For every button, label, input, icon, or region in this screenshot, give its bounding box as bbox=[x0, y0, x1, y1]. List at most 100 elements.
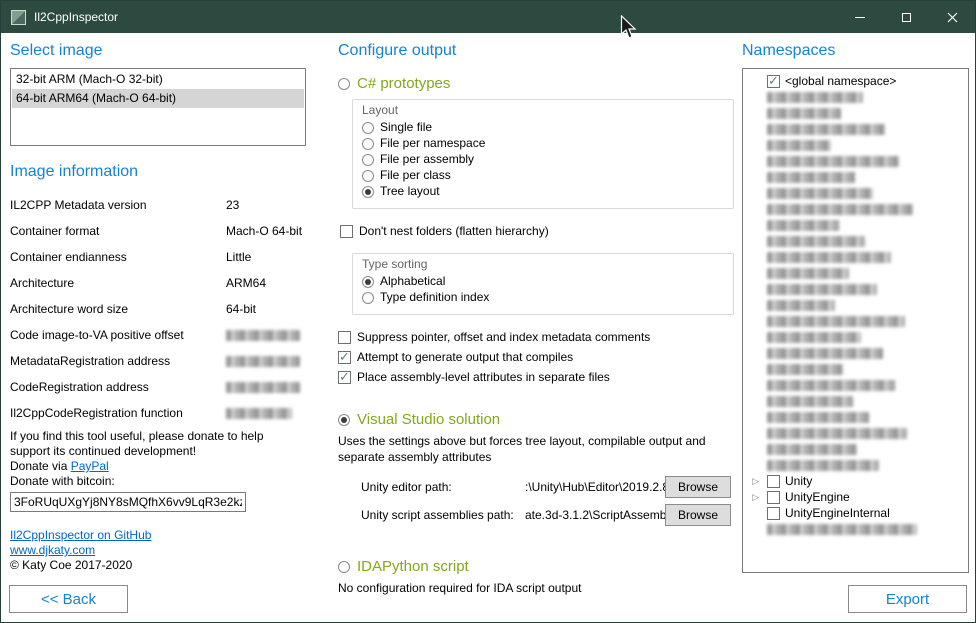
namespace-row-redacted bbox=[749, 361, 966, 377]
info-value: Mach-O 64-bit bbox=[226, 224, 306, 238]
layout-option[interactable]: File per class bbox=[362, 168, 723, 183]
namespace-row-redacted bbox=[749, 441, 966, 457]
namespace-row[interactable]: ▷UnityEngine bbox=[749, 489, 966, 505]
website-link[interactable]: www.djkaty.com bbox=[10, 543, 95, 557]
app-icon bbox=[11, 10, 26, 25]
minimize-button[interactable] bbox=[837, 1, 883, 33]
donate-bitcoin-label: Donate with bitcoin: bbox=[10, 474, 306, 489]
namespace-row-redacted bbox=[749, 345, 966, 361]
maximize-button[interactable] bbox=[883, 1, 929, 33]
back-button[interactable]: << Back bbox=[9, 585, 128, 613]
layout-option[interactable]: Tree layout bbox=[362, 184, 723, 199]
redacted-namespace bbox=[767, 268, 849, 279]
namespaces-panel: Namespaces <global namespace>▷Unity▷Unit… bbox=[742, 41, 969, 573]
namespace-row-redacted bbox=[749, 249, 966, 265]
type-sorting-option[interactable]: Alphabetical bbox=[362, 274, 723, 289]
info-label: MetadataRegistration address bbox=[10, 354, 226, 368]
export-button[interactable]: Export bbox=[848, 585, 967, 613]
namespace-row-redacted bbox=[749, 105, 966, 121]
info-label: Architecture word size bbox=[10, 302, 226, 316]
expander-icon[interactable]: ▷ bbox=[749, 489, 762, 505]
layout-option[interactable]: Single file bbox=[362, 120, 723, 135]
redacted-namespace bbox=[767, 396, 853, 407]
paypal-link[interactable]: PayPal bbox=[71, 459, 109, 473]
unity-script-browse-button[interactable]: Browse bbox=[665, 504, 731, 526]
namespace-row-redacted bbox=[749, 457, 966, 473]
image-list-item[interactable]: 64-bit ARM64 (Mach-O 64-bit) bbox=[12, 89, 304, 108]
info-row: CodeRegistration address bbox=[10, 374, 306, 400]
namespace-row-redacted bbox=[749, 281, 966, 297]
checkbox-icon bbox=[340, 225, 353, 238]
info-row: Il2CppCodeRegistration function bbox=[10, 400, 306, 426]
layout-groupbox: Layout Single fileFile per namespaceFile… bbox=[352, 99, 734, 209]
expander-icon[interactable]: ▷ bbox=[749, 473, 762, 489]
checkbox-label: Suppress pointer, offset and index metad… bbox=[357, 330, 650, 345]
select-image-heading: Select image bbox=[10, 41, 306, 60]
namespace-list[interactable]: <global namespace> ▷ Unity▷UnityEngineUnit… bbox=[742, 68, 969, 573]
redacted-namespace bbox=[767, 348, 883, 359]
info-row: ArchitectureARM64 bbox=[10, 270, 306, 296]
radio-icon bbox=[362, 170, 374, 182]
image-list[interactable]: 32-bit ARM (Mach-O 32-bit)64-bit ARM64 (… bbox=[10, 68, 306, 146]
namespace-row[interactable]: ▷ Unity bbox=[749, 473, 966, 489]
image-list-item[interactable]: 32-bit ARM (Mach-O 32-bit) bbox=[12, 70, 304, 89]
radio-icon bbox=[362, 186, 374, 198]
donate-via-prefix: Donate via bbox=[10, 459, 71, 473]
info-row: Code image-to-VA positive offset bbox=[10, 322, 306, 348]
namespace-row-redacted bbox=[749, 201, 966, 217]
namespace-row[interactable]: UnityEngineInternal bbox=[749, 505, 966, 521]
close-button[interactable] bbox=[929, 1, 975, 33]
namespace-row-redacted bbox=[749, 185, 966, 201]
redacted-namespace bbox=[767, 332, 861, 343]
radio-icon bbox=[362, 276, 374, 288]
unity-script-path-value: ate.3d-3.1.2\ScriptAssemblies bbox=[525, 508, 665, 522]
redacted-namespace bbox=[767, 412, 869, 423]
namespace-label: Unity bbox=[785, 474, 812, 488]
unity-editor-browse-button[interactable]: Browse bbox=[665, 476, 731, 498]
namespace-row[interactable]: <global namespace> bbox=[749, 73, 966, 89]
visual-studio-radio[interactable]: Visual Studio solution bbox=[338, 411, 738, 428]
flatten-checkbox[interactable]: Don't nest folders (flatten hierarchy) bbox=[340, 224, 738, 239]
configure-output-panel: Configure output C# prototypes Layout Si… bbox=[338, 41, 738, 596]
namespace-label: UnityEngineInternal bbox=[785, 506, 890, 520]
info-value: Little bbox=[226, 250, 306, 264]
namespace-row-redacted bbox=[749, 377, 966, 393]
output-checkbox[interactable]: Suppress pointer, offset and index metad… bbox=[338, 328, 738, 346]
redacted-namespace bbox=[767, 300, 835, 311]
namespace-row-redacted bbox=[749, 153, 966, 169]
copyright: © Katy Coe 2017-2020 bbox=[10, 558, 306, 573]
redacted-namespace bbox=[767, 92, 863, 103]
redacted-namespace bbox=[767, 252, 891, 263]
minimize-icon bbox=[855, 17, 865, 18]
titlebar: Il2CppInspector bbox=[1, 1, 975, 33]
output-checkbox[interactable]: Attempt to generate output that compiles bbox=[338, 348, 738, 366]
redacted-namespace bbox=[767, 316, 905, 327]
app-window: Il2CppInspector Select image 32-bit ARM … bbox=[0, 0, 976, 623]
info-label: Il2CppCodeRegistration function bbox=[10, 406, 226, 420]
maximize-icon bbox=[902, 13, 911, 22]
layout-option[interactable]: File per namespace bbox=[362, 136, 723, 151]
namespace-row-redacted bbox=[749, 137, 966, 153]
csharp-prototypes-radio[interactable]: C# prototypes bbox=[338, 75, 738, 92]
type-sorting-groupbox: Type sorting AlphabeticalType definition… bbox=[352, 253, 734, 315]
unity-script-path-label: Unity script assemblies path: bbox=[361, 508, 525, 522]
layout-option[interactable]: File per assembly bbox=[362, 152, 723, 167]
namespace-row-redacted bbox=[749, 425, 966, 441]
radio-icon bbox=[362, 154, 374, 166]
info-label: Container endianness bbox=[10, 250, 226, 264]
type-sorting-option[interactable]: Type definition index bbox=[362, 290, 723, 305]
checkbox-icon bbox=[767, 507, 780, 520]
info-label: Container format bbox=[10, 224, 226, 238]
donate-text: If you find this tool useful, please don… bbox=[10, 429, 306, 459]
unity-editor-path-row: Unity editor path: :\Unity\Hub\Editor\20… bbox=[361, 475, 731, 499]
redacted-namespace bbox=[767, 460, 879, 471]
info-label: CodeRegistration address bbox=[10, 380, 226, 394]
output-checkbox[interactable]: Place assembly-level attributes in separ… bbox=[338, 368, 738, 386]
checkbox-label: Don't nest folders (flatten hierarchy) bbox=[359, 224, 549, 239]
bitcoin-address-input[interactable] bbox=[10, 492, 246, 512]
github-link[interactable]: Il2CppInspector on GitHub bbox=[10, 528, 151, 542]
redacted-value bbox=[226, 408, 292, 419]
idapython-radio[interactable]: IDAPython script bbox=[338, 558, 738, 575]
unity-path-rows: Unity editor path: :\Unity\Hub\Editor\20… bbox=[361, 475, 731, 527]
namespace-row-redacted bbox=[749, 217, 966, 233]
